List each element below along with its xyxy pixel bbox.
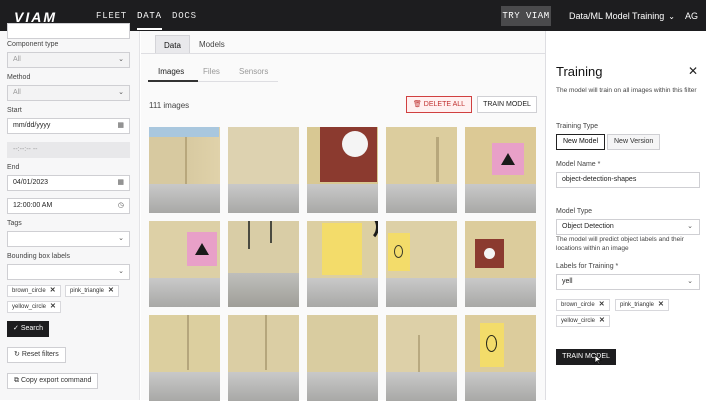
nav-link-data[interactable]: DATA [137,11,162,30]
training-type-label: Training Type [556,123,599,130]
tab-data[interactable]: Data [155,35,190,54]
image-thumbnail[interactable] [386,221,457,307]
tab-divider [141,53,545,54]
chevron-down-icon: ⌄ [687,278,693,285]
end-date-input[interactable]: 04/01/2023 ▦ [7,175,130,191]
copy-icon: ⧉ [14,377,21,384]
search-button[interactable]: ✓ Search [7,321,49,337]
chevron-down-icon: ⌄ [118,268,124,275]
chevron-down-icon: ⌄ [118,56,124,63]
mouse-cursor-icon [594,355,602,365]
clock-icon: ◷ [117,202,124,209]
subtab-underline [148,80,198,82]
panel-title: Training [556,64,603,79]
org-selector[interactable]: Data/ML Model Training ⌄ [569,11,675,21]
bbox-chip: pink_triangle ✕ [65,285,119,297]
image-thumbnail[interactable] [465,315,536,401]
try-viam-button[interactable]: TRY VIAM [501,6,551,26]
tab-models[interactable]: Models [191,35,233,54]
tags-label: Tags [7,220,22,227]
start-date-input[interactable]: mm/dd/yyyy ▦ [7,118,130,134]
image-thumbnail[interactable] [386,127,457,213]
delete-all-button[interactable]: 🗑 DELETE ALL [406,96,472,113]
component-type-select[interactable]: All ⌄ [7,52,130,68]
chevron-down-icon: ⌄ [118,235,124,242]
reset-filters-button[interactable]: ↻ Reset filters [7,347,66,363]
chevron-down-icon: ⌄ [668,12,675,21]
nav-link-fleet[interactable]: FLEET [96,11,127,21]
main-content: Data Models Images Files Sensors 111 ima… [141,31,545,401]
start-time-input[interactable]: --:--:-- -- [7,142,130,158]
bbox-chip: brown_circle ✕ [7,285,61,297]
image-thumbnail[interactable] [228,127,299,213]
bbox-chip: yellow_circle ✕ [7,301,61,313]
new-model-option[interactable]: New Model [556,134,606,150]
image-thumbnail[interactable] [149,221,220,307]
tags-select[interactable]: ⌄ [7,231,130,247]
component-type-label: Component type [7,41,59,48]
image-thumbnail[interactable] [465,221,536,307]
subtab-images[interactable]: Images [158,67,184,76]
close-icon[interactable]: ✕ [658,301,664,308]
trash-icon: 🗑 [412,101,424,108]
nav-link-docs[interactable]: DOCS [172,11,197,21]
training-panel: Training ✕ The model will train on all i… [545,31,706,400]
image-thumbnail[interactable] [149,315,220,401]
chevron-down-icon: ⌄ [118,89,124,96]
model-type-label: Model Type [556,208,593,215]
close-icon[interactable]: ✕ [50,287,56,294]
panel-train-model-button[interactable]: TRAIN MODEL [556,349,616,365]
model-type-select[interactable]: Object Detection ⌄ [556,219,700,235]
image-count: 111 images [149,101,190,110]
close-icon[interactable]: ✕ [108,287,114,294]
subtab-files[interactable]: Files [203,67,220,76]
image-thumbnail[interactable] [307,127,378,213]
start-label: Start [7,107,22,114]
close-icon[interactable]: ✕ [50,303,56,310]
labels-input[interactable]: yell ⌄ [556,274,700,290]
image-thumbnail[interactable] [307,315,378,401]
model-name-input[interactable]: object-detection-shapes [556,172,700,188]
filter-sidebar: Component type All ⌄ Method All ⌄ Start mm… [0,23,140,400]
user-avatar[interactable]: AG [685,11,698,21]
image-thumbnail[interactable] [386,315,457,401]
calendar-icon: ▦ [117,122,124,129]
calendar-icon: ▦ [117,179,124,186]
bbox-labels-label: Bounding box labels [7,253,71,260]
image-thumbnail[interactable] [149,127,220,213]
chevron-down-icon: ⌄ [687,223,693,230]
panel-description: The model will train on all images withi… [556,87,697,94]
image-thumbnail[interactable] [307,221,378,307]
model-type-note: The model will predict object labels and… [556,236,684,252]
new-version-option[interactable]: New Version [607,134,661,150]
close-icon[interactable]: ✕ [599,301,605,308]
train-model-button[interactable]: TRAIN MODEL [477,96,537,113]
method-select[interactable]: All ⌄ [7,85,130,101]
close-icon[interactable]: ✕ [599,317,605,324]
close-icon[interactable]: ✕ [688,64,698,78]
label-chip: pink_triangle ✕ [615,299,669,311]
end-time-input[interactable]: 12:00:00 AM ◷ [7,198,130,214]
image-thumbnail[interactable] [228,221,299,307]
bbox-labels-select[interactable]: ⌄ [7,264,130,280]
subtab-sensors[interactable]: Sensors [239,67,268,76]
top-filter-field[interactable] [7,23,130,39]
labels-label: Labels for Training * [556,263,619,270]
label-chip: brown_circle ✕ [556,299,610,311]
image-thumbnail[interactable] [465,127,536,213]
check-icon: ✓ [13,325,21,332]
image-thumbnail[interactable] [228,315,299,401]
org-name: Data/ML Model Training [569,11,665,21]
end-label: End [7,164,20,171]
model-name-label: Model Name * [556,161,601,168]
refresh-icon: ↻ [14,351,22,358]
label-chip: yellow_circle ✕ [556,315,610,327]
copy-export-button[interactable]: ⧉ Copy export command [7,373,99,389]
method-label: Method [7,74,31,81]
